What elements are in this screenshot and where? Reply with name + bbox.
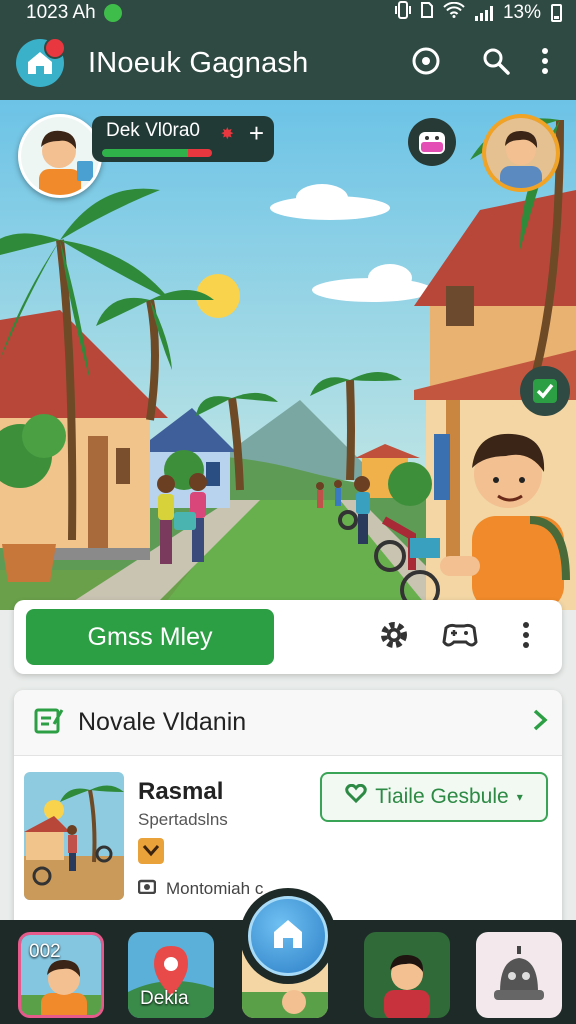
leaf-notification-icon	[103, 4, 122, 22]
nav-item-map[interactable]: Dekia	[128, 932, 214, 1018]
home-icon	[270, 916, 306, 957]
home-fab-inner	[248, 896, 328, 976]
spark-icon: ✸	[220, 126, 234, 143]
status-time: 1023 Ah	[26, 2, 96, 23]
wifi-icon	[443, 1, 465, 24]
bell-robot-icon	[476, 946, 562, 1018]
action-card: Gmss Mley	[14, 600, 562, 674]
app-bar: INoeuk Gagnash	[0, 26, 576, 100]
signal-icon	[474, 5, 493, 21]
add-plus-button[interactable]: +	[249, 120, 264, 146]
news-item-title: Rasmal	[138, 778, 224, 805]
nav-item-alerts[interactable]	[476, 932, 562, 1018]
search-button[interactable]	[472, 39, 520, 87]
play-button[interactable]: Gmss Mley	[26, 609, 274, 665]
battery-text: 13%	[502, 2, 541, 23]
caret-down-icon: ▾	[516, 790, 523, 804]
check-icon	[531, 377, 559, 405]
news-item-subtitle: Spertadslns	[138, 810, 228, 829]
target-icon	[411, 46, 441, 81]
schedule-button[interactable]: Tiaile Gesbule ▾	[320, 772, 548, 822]
notification-dot	[44, 37, 66, 59]
robot-icon	[417, 128, 447, 156]
news-header-title: Novale Vldanin	[78, 708, 247, 736]
target-button[interactable]	[402, 39, 450, 87]
status-right: 13%	[394, 1, 562, 25]
nav-item-friend[interactable]	[364, 932, 450, 1018]
battery-icon	[551, 4, 562, 22]
edit-note-icon	[34, 706, 64, 739]
status-bar: 1023 Ah 13%	[0, 0, 576, 26]
schedule-label: Tiaile Gesbule	[375, 785, 509, 808]
camera-icon	[137, 878, 157, 899]
search-icon	[481, 46, 511, 81]
friend-avatar[interactable]	[482, 114, 560, 192]
controller-icon	[442, 620, 478, 655]
smile-badge-icon	[138, 838, 164, 864]
news-header[interactable]: Novale Vldanin	[14, 690, 562, 756]
nav-item-character-label: 002	[29, 941, 61, 962]
news-item-meta: Montomiah c	[166, 878, 264, 898]
controller-button[interactable]	[440, 617, 480, 657]
status-left: 1023 Ah	[26, 2, 122, 24]
vibrate-icon	[394, 1, 411, 25]
overflow-menu-button[interactable]	[530, 39, 560, 87]
heart-chat-icon	[345, 783, 368, 810]
player-status-panel: Dek Vl0ra0 ✸ +	[92, 116, 274, 162]
chevron-right-icon[interactable]	[532, 708, 548, 737]
more-vert-icon	[522, 621, 530, 654]
nav-item-character[interactable]: 002	[18, 932, 104, 1018]
card-more-button[interactable]	[506, 617, 546, 657]
profile-avatar[interactable]	[18, 114, 102, 198]
app-title: INoeuk Gagnash	[88, 46, 309, 79]
home-fab[interactable]	[240, 888, 336, 984]
news-meta-row: Montomiah c	[137, 878, 264, 899]
quest-check-button[interactable]	[520, 366, 570, 416]
health-bar-fill	[102, 149, 212, 157]
robot-button[interactable]	[408, 118, 456, 166]
more-vert-icon	[541, 47, 549, 80]
app-logo-icon[interactable]	[16, 37, 66, 87]
nav-item-map-label: Dekia	[140, 988, 189, 1009]
news-thumbnail[interactable]	[24, 772, 124, 900]
sim-icon	[420, 2, 433, 24]
player-name: Dek Vl0ra0	[106, 120, 200, 141]
game-scene[interactable]: Dek Vl0ra0 ✸ +	[0, 100, 576, 610]
health-bar	[102, 149, 212, 157]
gear-icon	[377, 618, 411, 657]
settings-button[interactable]	[374, 617, 414, 657]
